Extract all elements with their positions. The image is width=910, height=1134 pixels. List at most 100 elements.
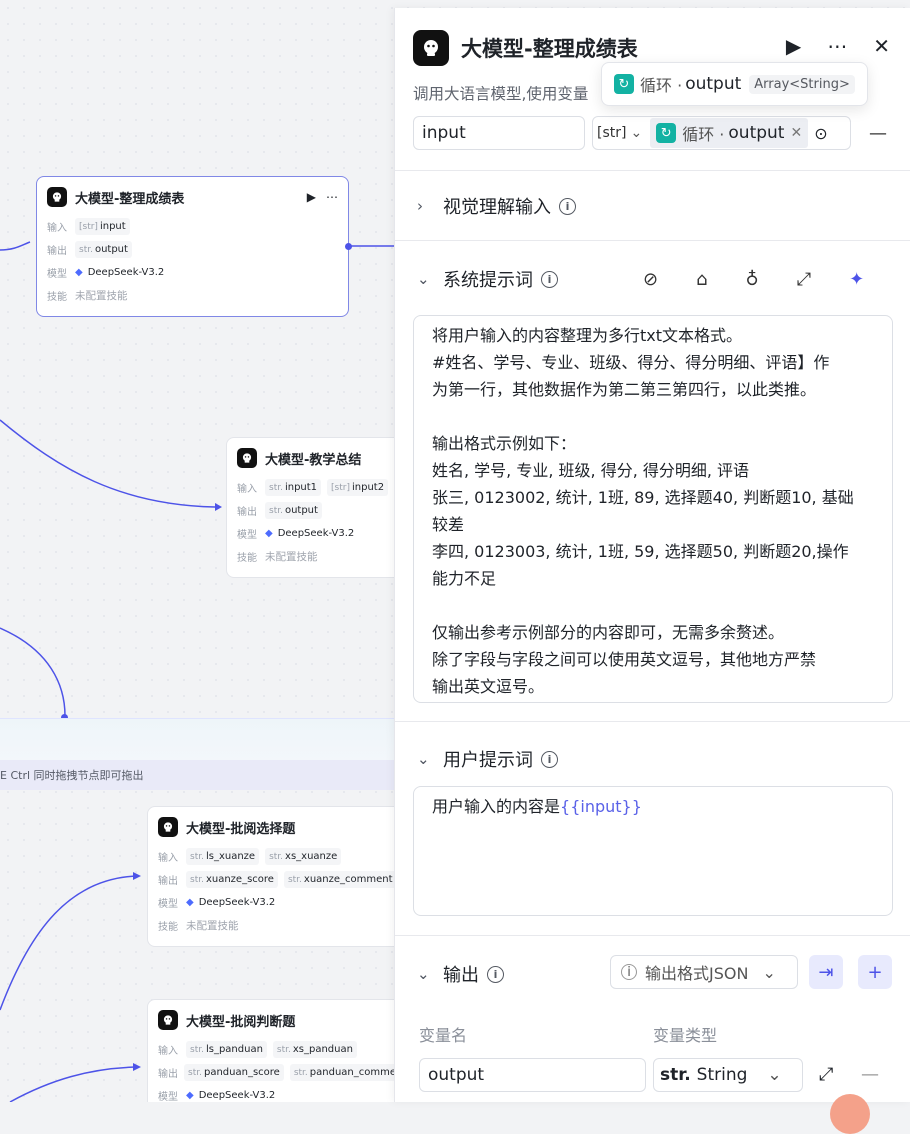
panel-title[interactable]: 大模型-整理成绩表	[461, 33, 638, 63]
variable-ref-tag[interactable]: ↻ 循环 · output ✕	[650, 118, 809, 148]
llm-logo-icon	[158, 817, 178, 837]
prompt-line: 输出英文逗号。	[432, 677, 545, 696]
col-var-name: 变量名	[419, 1026, 468, 1045]
loop-hint-text: E Ctrl 同时拖拽节点即可拖出	[0, 769, 144, 782]
param-name-input[interactable]: input	[413, 116, 585, 150]
prompt-line: #姓名、学号、专业、班级、得分、得分明细、评语】作	[432, 353, 830, 372]
row-label: 输出	[237, 507, 257, 518]
row-label: 输出	[158, 876, 178, 887]
output-format-select[interactable]: i 输出格式JSON ⌄	[610, 955, 798, 989]
llm-logo-icon	[413, 30, 449, 66]
more-icon[interactable]: ⋯	[827, 34, 847, 58]
node-title: 大模型-整理成绩表	[75, 191, 185, 207]
loop-hint: E Ctrl 同时拖拽节点即可拖出	[0, 760, 394, 790]
row-label: 技能	[47, 292, 67, 303]
node-title: 大模型-批阅判断题	[186, 1014, 296, 1030]
output-chip: str. xuanze_score	[186, 871, 278, 888]
system-prompt-textarea[interactable]: 将用户输入的内容整理为多行txt文本格式。 #姓名、学号、专业、班级、得分、得分明…	[413, 315, 893, 703]
loop-icon: ↻	[614, 74, 634, 94]
output-chip: str. panduan_score	[184, 1064, 284, 1081]
type-label: [str]	[597, 125, 627, 141]
chevron-down-icon[interactable]: ⌄	[417, 750, 430, 768]
input-chip: [str] input2	[327, 479, 389, 496]
info-icon[interactable]: i	[487, 965, 504, 983]
section-title[interactable]: 系统提示词	[443, 266, 533, 292]
skills-value: 未配置技能	[75, 290, 128, 302]
prompt-line: 输出格式示例如下：	[432, 434, 577, 453]
prompt-line: 仅输出参考示例部分的内容即可，无需多余赘述。	[432, 623, 785, 642]
run-icon[interactable]: ▶	[786, 34, 801, 58]
section-title[interactable]: 视觉理解输入	[443, 193, 551, 219]
output-port[interactable]	[345, 243, 352, 250]
row-label: 输入	[47, 223, 67, 234]
chevron-down-icon[interactable]: ⌄	[417, 270, 430, 288]
sparkle-icon[interactable]: ✦	[849, 269, 864, 290]
variable-tooltip: ↻ 循环 · output Array<String>	[601, 62, 868, 106]
lightbulb-icon[interactable]: ♁	[746, 269, 759, 290]
vision-section: › 视觉理解输入 i	[395, 170, 910, 241]
output-var-name-input[interactable]: output	[419, 1058, 646, 1092]
run-icon[interactable]: ▶	[307, 190, 316, 204]
row-label: 输出	[47, 246, 67, 257]
remove-param-icon[interactable]: —	[869, 123, 887, 144]
skills-value: 未配置技能	[186, 920, 239, 932]
row-label: 技能	[237, 553, 257, 564]
row-label: 模型	[237, 530, 257, 541]
info-icon[interactable]: i	[541, 270, 558, 288]
system-prompt-section: ⌄ 系统提示词 i ⊘ ⌂ ♁ ⤢ ✦ 将用户输入的内容整理为多行txt文本格式。 #…	[395, 240, 910, 722]
output-chip: str. output	[265, 502, 322, 519]
model-name: DeepSeek-V3.2	[198, 897, 276, 908]
loop-band	[0, 718, 394, 760]
prompt-line: 除了字段与字段之间可以使用英文逗号，其他地方严禁	[432, 650, 817, 669]
prompt-line: 姓名, 学号, 专业, 班级, 得分, 得分明细, 评语	[432, 461, 750, 480]
library-icon[interactable]: ⌂	[696, 269, 707, 290]
import-icon[interactable]: ⇥	[809, 955, 843, 989]
variable-reference[interactable]: {{input}}	[560, 797, 642, 816]
input-chip: str. input1	[265, 479, 322, 496]
node-llm-grade-judge[interactable]: 大模型-批阅判断题 输入 str. ls_panduan str. xs_panduan…	[147, 999, 407, 1102]
panel-description[interactable]: 调用大语言模型,使用变量	[413, 82, 588, 104]
prompt-line: 张三, 0123002, 统计, 1班, 89, 选择题40, 判断题10, 基…	[432, 488, 854, 507]
node-config-panel: 大模型-整理成绩表 ▶ ⋯ ✕ 调用大语言模型,使用变量 input [str]…	[394, 8, 910, 1102]
model-name: DeepSeek-V3.2	[87, 267, 165, 278]
node-llm-grade-choice[interactable]: 大模型-批阅选择题 输入 str. ls_xuanze str. xs_xuanze 输…	[147, 806, 407, 947]
close-icon[interactable]: ✕	[873, 34, 890, 58]
deepseek-whale-icon: ◆	[186, 1090, 194, 1101]
user-prompt-textarea[interactable]: 用户输入的内容是{{input}}	[413, 786, 893, 916]
output-var-type-select[interactable]: str. String ⌄	[653, 1058, 803, 1092]
node-title: 大模型-批阅选择题	[186, 821, 296, 837]
row-label: 输入	[237, 484, 257, 495]
prompt-line: 李四, 0123003, 统计, 1班, 59, 选择题50, 判断题20,操作	[432, 542, 849, 561]
node-llm-summary[interactable]: 大模型-教学总结 输入 str. input1 [str] input2 输出 str. o…	[226, 437, 406, 578]
compass-icon[interactable]: ⊘	[643, 269, 658, 290]
chevron-right-icon[interactable]: ›	[417, 197, 427, 215]
col-var-type: 变量类型	[653, 1026, 718, 1045]
chevron-down-icon: ⌄	[762, 962, 776, 982]
input-chip: str. xs_panduan	[272, 1041, 357, 1058]
assistant-bubble[interactable]	[830, 1094, 870, 1134]
input-chip: str. xs_xuanze	[265, 848, 342, 865]
target-icon[interactable]: ⊙	[814, 124, 827, 143]
param-value-selector[interactable]: [str] ⌄ ↻ 循环 · output ✕ ⊙	[592, 116, 851, 150]
chevron-down-icon[interactable]: ⌄	[630, 125, 642, 141]
chevron-down-icon[interactable]: ⌄	[417, 965, 430, 983]
input-chip: str. ls_panduan	[186, 1041, 267, 1058]
section-title[interactable]: 用户提示词	[443, 746, 533, 772]
add-icon[interactable]: +	[858, 955, 892, 989]
remove-var-icon[interactable]: —	[861, 1064, 879, 1085]
llm-logo-icon	[47, 187, 67, 207]
section-title[interactable]: 输出	[443, 961, 479, 987]
llm-logo-icon	[158, 1010, 178, 1030]
info-icon[interactable]: i	[559, 197, 576, 215]
more-icon[interactable]: ⋯	[326, 190, 338, 204]
remove-ref-icon[interactable]: ✕	[790, 125, 802, 141]
edge	[0, 627, 66, 717]
node-title: 大模型-教学总结	[265, 452, 362, 468]
info-icon[interactable]: i	[541, 750, 558, 768]
tooltip-name: output	[685, 74, 742, 94]
expand-icon[interactable]: ⤢	[819, 1064, 833, 1085]
edge	[0, 875, 139, 1011]
expand-icon[interactable]: ⤢	[797, 269, 811, 290]
node-llm-grades[interactable]: 大模型-整理成绩表 ▶ ⋯ 输入 [str] input 输出 str. output 模…	[36, 176, 352, 317]
info-icon: i	[621, 964, 637, 980]
